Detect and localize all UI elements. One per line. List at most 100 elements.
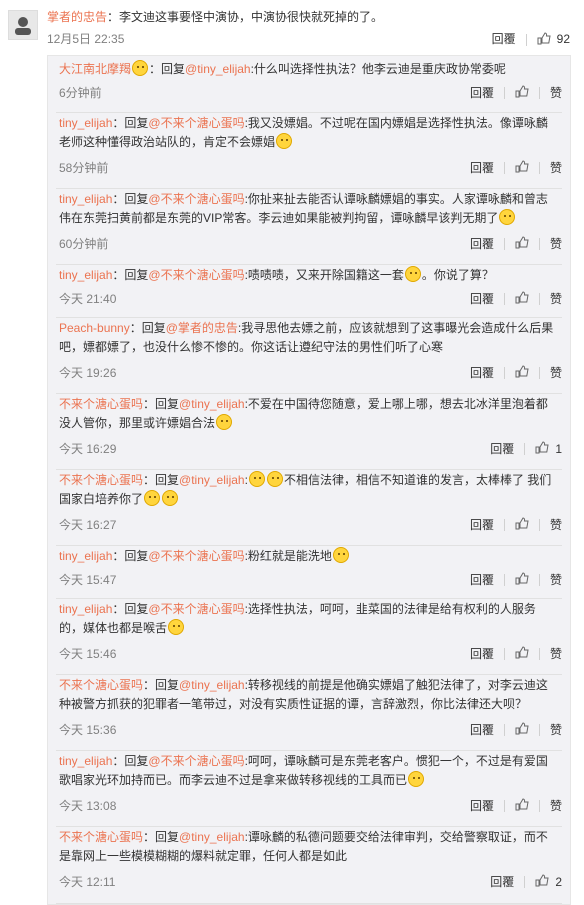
reply-mention[interactable]: @tiny_elijah	[185, 62, 251, 76]
reply-author[interactable]: 不来个溏心蛋吗	[59, 830, 143, 844]
praise-button[interactable]: 赞	[550, 721, 562, 738]
reply-author[interactable]: tiny_elijah	[59, 549, 112, 563]
like-button[interactable]	[515, 797, 529, 814]
reply-author[interactable]: tiny_elijah	[59, 754, 112, 768]
praise-button[interactable]: 赞	[550, 159, 562, 176]
reply-mention[interactable]: @不来个溏心蛋吗	[148, 268, 244, 282]
reply-button[interactable]: 回覆	[470, 159, 494, 176]
reply-time: 6分钟前	[59, 86, 102, 100]
reply-button[interactable]: 回覆	[470, 84, 494, 101]
comment-author[interactable]: 掌者的忠告	[47, 10, 107, 24]
reply-mention[interactable]: @tiny_elijah	[179, 830, 245, 844]
reply-button[interactable]: 回覆	[490, 873, 514, 890]
reply-body: tiny_elijah：回复@不来个溏心蛋吗:啧啧啧，又来开除国籍这一套 。你说了…	[59, 266, 557, 285]
reply-author[interactable]: 不来个溏心蛋吗	[59, 397, 143, 411]
reply-actions: 回覆 赞	[470, 645, 562, 662]
like-button[interactable]	[535, 440, 549, 457]
reply-author[interactable]: Peach-bunny	[59, 321, 130, 335]
reply-text: :	[244, 473, 248, 487]
reply-item: tiny_elijah：回复@不来个溏心蛋吗:粉红就是能洗地 今天 15:47 回覆…	[56, 545, 562, 599]
reply-prefix: ：回复	[129, 321, 166, 335]
divider	[503, 292, 505, 305]
like-button[interactable]	[515, 516, 529, 533]
praise-button[interactable]: 赞	[550, 290, 562, 307]
like-button[interactable]	[515, 159, 529, 176]
thumbs-up-icon	[515, 159, 529, 172]
emoji-icon	[266, 471, 283, 487]
like-button[interactable]	[537, 32, 551, 48]
reply-button[interactable]: 回覆	[490, 440, 514, 457]
like-button[interactable]	[535, 873, 549, 890]
thumbs-up-icon	[515, 645, 529, 658]
reply-button[interactable]: 回覆	[470, 290, 494, 307]
praise-button[interactable]: 赞	[550, 84, 562, 101]
reply-actions: 回覆 赞	[470, 235, 562, 252]
like-button[interactable]	[515, 235, 529, 252]
praise-button[interactable]: 赞	[550, 516, 562, 533]
reply-body: 不来个溏心蛋吗：回复@tiny_elijah:谭咏麟的私德问题要交给法律审判，交…	[59, 828, 557, 866]
reply-author[interactable]: 大江南北摩羯	[59, 62, 131, 76]
reply-mention[interactable]: @不来个溏心蛋吗	[148, 602, 244, 616]
reply-mention[interactable]: @不来个溏心蛋吗	[148, 754, 244, 768]
reply-text: :啧啧啧，又来开除国籍这一套	[244, 268, 404, 282]
like-button[interactable]	[515, 290, 529, 307]
reply-author[interactable]: tiny_elijah	[59, 116, 112, 130]
like-button[interactable]	[515, 84, 529, 101]
reply-author[interactable]: tiny_elijah	[59, 268, 112, 282]
reply-time: 今天 12:11	[59, 875, 116, 889]
reply-button[interactable]: 回覆	[470, 235, 494, 252]
reply-author[interactable]: 不来个溏心蛋吗	[59, 678, 143, 692]
reply-button[interactable]: 回覆	[470, 571, 494, 588]
thumbs-up-icon	[515, 721, 529, 734]
divider	[503, 161, 505, 174]
divider	[538, 799, 540, 812]
reply-body: tiny_elijah：回复@不来个溏心蛋吗:粉红就是能洗地	[59, 547, 557, 566]
reply-mention[interactable]: @不来个溏心蛋吗	[148, 192, 244, 206]
reply-actions: 回覆 赞	[470, 797, 562, 814]
divider	[538, 573, 540, 586]
reply-item: tiny_elijah：回复@不来个溏心蛋吗:你扯来扯去能否认谭咏麟嫖娼的事实。…	[56, 188, 562, 265]
reply-time: 今天 15:46	[59, 647, 117, 661]
reply-mention[interactable]: @不来个溏心蛋吗	[148, 549, 244, 563]
reply-author[interactable]: tiny_elijah	[59, 192, 112, 206]
reply-prefix: ：回复	[143, 830, 180, 844]
reply-author[interactable]: tiny_elijah	[59, 602, 112, 616]
reply-body: Peach-bunny：回复@掌者的忠告:我寻思他去嫖之前，应该就想到了这事曝光…	[59, 319, 557, 357]
reply-button[interactable]: 回覆	[470, 364, 494, 381]
like-button[interactable]	[515, 721, 529, 738]
praise-button[interactable]: 赞	[550, 797, 562, 814]
reply-mention[interactable]: @tiny_elijah	[179, 397, 245, 411]
praise-button[interactable]: 赞	[550, 645, 562, 662]
reply-prefix: ：回复	[112, 268, 149, 282]
reply-button[interactable]: 回覆	[492, 32, 516, 46]
reply-button[interactable]: 回覆	[470, 721, 494, 738]
reply-author[interactable]: 不来个溏心蛋吗	[59, 473, 143, 487]
reply-body: tiny_elijah：回复@不来个溏心蛋吗:选择性执法，呵呵，韭菜国的法律是给…	[59, 600, 557, 638]
divider	[503, 237, 505, 250]
emoji-icon	[216, 414, 233, 430]
reply-button[interactable]: 回覆	[470, 516, 494, 533]
thumbs-up-icon	[515, 364, 529, 377]
reply-body: tiny_elijah：回复@不来个溏心蛋吗:你扯来扯去能否认谭咏麟嫖娼的事实。…	[59, 190, 557, 228]
reply-prefix: ：回复	[112, 754, 149, 768]
like-button[interactable]	[515, 364, 529, 381]
thumbs-up-icon	[535, 873, 549, 886]
praise-button[interactable]: 赞	[550, 235, 562, 252]
divider	[525, 33, 527, 46]
reply-mention[interactable]: @不来个溏心蛋吗	[148, 116, 244, 130]
comment-time: 12月5日 22:35	[47, 32, 125, 46]
reply-text-2: 。你说了算？	[421, 268, 494, 282]
reply-time: 今天 15:36	[59, 723, 117, 737]
reply-button[interactable]: 回覆	[470, 797, 494, 814]
reply-mention[interactable]: @tiny_elijah	[179, 473, 245, 487]
like-button[interactable]	[515, 571, 529, 588]
avatar[interactable]	[8, 10, 38, 40]
like-button[interactable]	[515, 645, 529, 662]
thumbs-up-icon	[515, 516, 529, 529]
reply-mention[interactable]: @掌者的忠告	[166, 321, 238, 335]
reply-button[interactable]: 回覆	[470, 645, 494, 662]
reply-mention[interactable]: @tiny_elijah	[179, 678, 245, 692]
praise-button[interactable]: 赞	[550, 364, 562, 381]
praise-button[interactable]: 赞	[550, 571, 562, 588]
thumbs-up-icon	[535, 440, 549, 453]
